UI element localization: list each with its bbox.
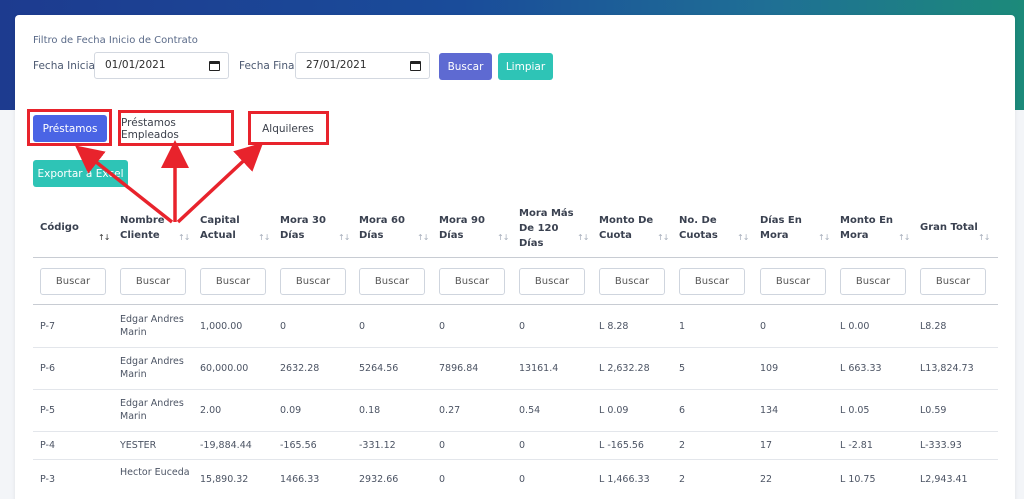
arrow-to-alquileres	[176, 142, 264, 224]
arrow-to-prestamos	[75, 145, 174, 224]
annotation-arrows	[75, 140, 264, 224]
